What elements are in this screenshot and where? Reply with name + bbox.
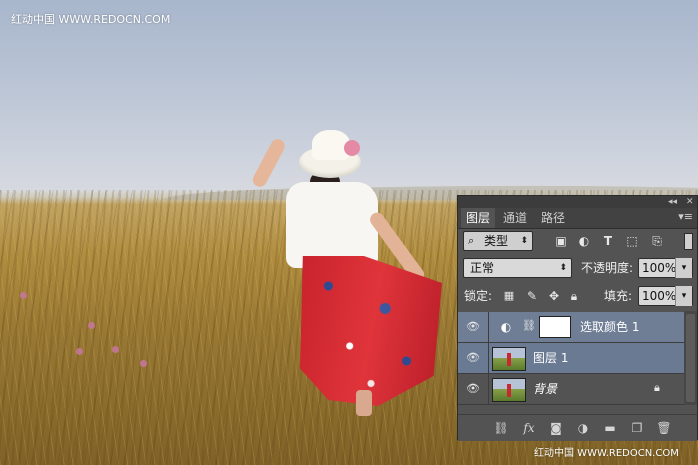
chevron-down-icon[interactable]: ▾ [675,258,692,278]
opacity-label: 不透明度: [581,261,634,275]
wildflower [112,346,119,353]
wildflower [20,292,27,299]
adjustment-layer-icon: ◐ [500,320,512,334]
panel-footer: ⛓ fx ◙ ◑ ▬ ❐ 🗑︎ [458,414,697,441]
layers-list: 👁︎ ◐ ⛓ 选取颜色 1 👁︎ 图层 1 👁︎ 背景 🔒︎ [458,311,697,405]
blend-row: 正常 ⬍ 不透明度: 100% ▾ [458,258,697,280]
wildflower [88,322,95,329]
wildflower [140,360,147,367]
new-layer-icon[interactable]: ❐ [628,419,646,437]
layer-name: 图层 1 [533,351,569,365]
search-icon: ⌕ [468,234,475,247]
tab-channels[interactable]: 通道 [498,208,532,228]
panel-titlebar[interactable]: ◂◂ ✕ [458,196,697,208]
visibility-eye-icon[interactable]: 👁︎ [466,351,480,365]
layer-row-background[interactable]: 👁︎ 背景 🔒︎ [458,374,684,405]
hat-flower [344,140,360,156]
panel-menu-icon[interactable]: ▾≡ [678,210,693,223]
fill-label: 填充: [604,289,633,303]
row-divider [488,312,489,342]
double-chevron-left-icon[interactable]: ◂◂ [668,196,677,208]
new-adjustment-icon[interactable]: ◑ [574,419,592,437]
row-divider [488,374,489,404]
panel-tabs: 图层 通道 路径 ▾≡ [458,208,697,229]
lock-row: 锁定: ▦ ✎ ✥ 🔒︎ 填充: 100% ▾ [458,286,697,308]
visibility-eye-icon[interactable]: 👁︎ [466,382,480,396]
chevron-down-icon[interactable]: ▾ [675,286,692,306]
watermark-top: 红动中国 WWW.REDOCN.COM [11,13,171,26]
layer-thumbnail[interactable] [492,378,526,402]
layer-name: 背景 [533,382,558,396]
lock-transparent-icon[interactable]: ▦ [501,288,517,304]
fill-input[interactable]: 100% ▾ [638,286,693,306]
image-filter-icon[interactable]: ▣ [553,233,569,249]
blend-mode-value: 正常 [470,261,495,275]
type-filter-icon[interactable]: T [600,233,616,249]
opacity-value: 100% [642,261,677,275]
mask-link-icon[interactable]: ⛓ [522,319,536,332]
smart-object-filter-icon[interactable]: ⎘ [649,233,665,249]
layer-row-layer1[interactable]: 👁︎ 图层 1 [458,343,684,374]
layers-panel: ◂◂ ✕ 图层 通道 路径 ▾≡ ⌕ 类型 ⬍ ▣ ◐ T ⬚ ⎘ 正常 ⬍ 不… [457,195,698,441]
close-icon[interactable]: ✕ [686,196,694,208]
lock-icon: 🔒︎ [654,381,660,394]
trash-icon[interactable]: 🗑︎ [655,419,673,437]
woman-legs [356,390,372,416]
link-layers-icon[interactable]: ⛓ [492,419,510,437]
tab-paths[interactable]: 路径 [536,208,570,228]
filter-toggle-switch[interactable] [684,233,693,250]
lock-position-move-icon[interactable]: ✥ [546,288,562,304]
scrollbar-thumb[interactable] [686,314,695,402]
fill-value: 100% [642,289,677,303]
shape-filter-icon[interactable]: ⬚ [624,233,640,249]
adjustment-filter-icon[interactable]: ◐ [576,233,592,249]
visibility-eye-icon[interactable]: 👁︎ [466,320,480,334]
blend-mode-select[interactable]: 正常 ⬍ [463,258,572,278]
kind-filter-label: 类型 [484,234,509,248]
updown-arrow-icon: ⬍ [559,263,567,273]
opacity-input[interactable]: 100% ▾ [638,258,693,278]
row-divider [488,343,489,373]
fx-icon[interactable]: fx [520,419,538,437]
wildflower [76,348,83,355]
kind-filter-select[interactable]: ⌕ 类型 ⬍ [463,231,533,251]
layer-row-selective-color[interactable]: 👁︎ ◐ ⛓ 选取颜色 1 [458,312,684,343]
lock-all-icon[interactable]: 🔒︎ [566,288,582,304]
tab-layers[interactable]: 图层 [461,208,496,228]
layer-name: 选取颜色 1 [580,320,640,334]
woman-shirt [286,182,378,268]
watermark-bottom: 红动中国 WWW.REDOCN.COM [534,448,679,459]
new-group-icon[interactable]: ▬ [601,419,619,437]
layer-thumbnail[interactable] [492,347,526,371]
lock-label: 锁定: [464,289,493,303]
add-mask-icon[interactable]: ◙ [547,419,565,437]
filter-row: ⌕ 类型 ⬍ ▣ ◐ T ⬚ ⎘ [458,231,697,253]
updown-arrow-icon: ⬍ [520,236,528,246]
layer-mask-thumbnail[interactable] [539,316,571,338]
lock-image-brush-icon[interactable]: ✎ [524,288,540,304]
